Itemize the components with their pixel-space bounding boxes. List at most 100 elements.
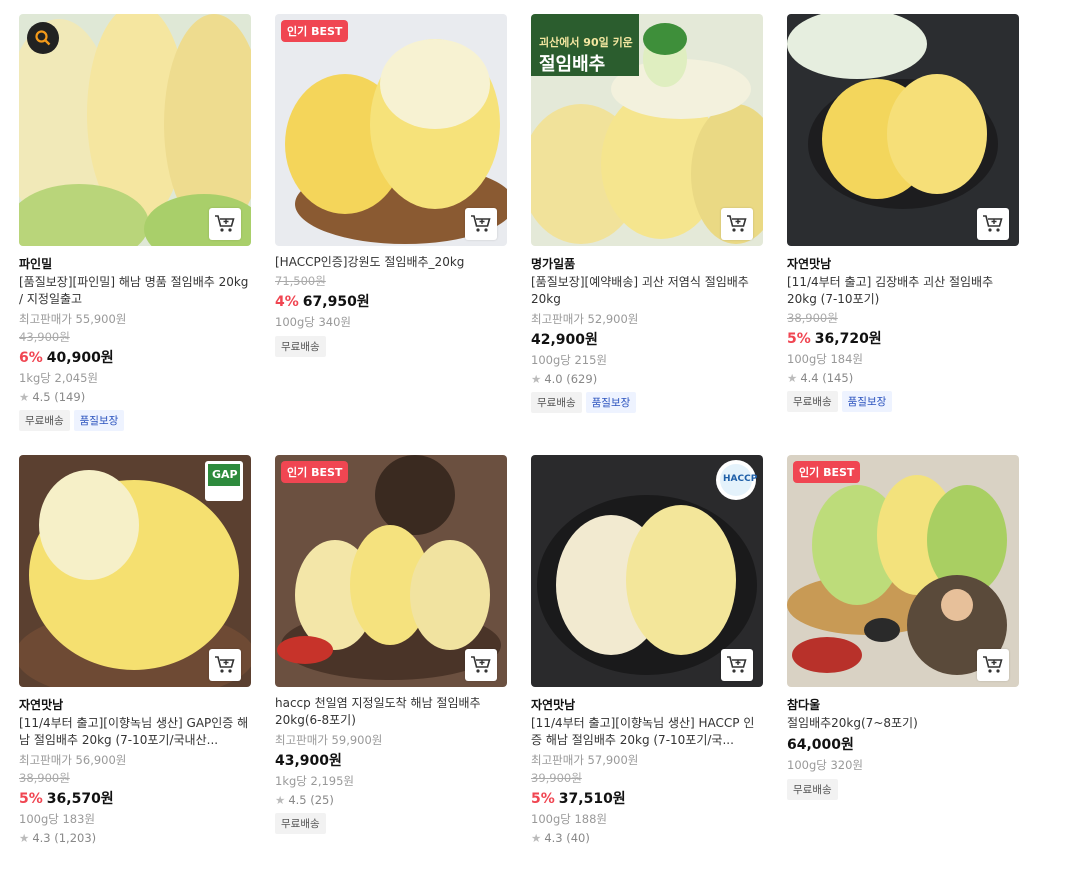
product-row: 파인밀 [품질보장][파인밀] 해남 명품 절임배추 20kg / 지정일출고 …: [19, 14, 1019, 455]
rating-text: 4.0 (629): [544, 372, 598, 386]
product-name[interactable]: [품질보장][파인밀] 해남 명품 절임배추 20kg / 지정일출고: [19, 274, 251, 308]
brand-name: 명가일품: [531, 257, 576, 271]
rating: ★ 4.5 (149): [19, 390, 251, 404]
product-name[interactable]: 절임배추20kg(7~8포기): [787, 715, 1019, 732]
original-price: 38,900원: [19, 771, 70, 785]
overlay-title: 절임배추: [539, 54, 606, 75]
product-image[interactable]: [787, 14, 1019, 246]
unit-price: 1kg당 2,045원: [19, 371, 99, 385]
product-name[interactable]: haccp 천일염 지정일도착 해남 절임배추 20kg(6-8포기): [275, 695, 507, 729]
sale-price: 64,000원: [787, 737, 854, 753]
reference-price: 최고판매가 52,900원: [531, 312, 639, 326]
overlay-subtitle: 괴산에서 90일 키운: [539, 36, 633, 49]
original-price: 39,900원: [531, 771, 582, 785]
rating: ★ 4.3 (1,203): [19, 831, 251, 845]
sale-price: 36,570원: [46, 791, 114, 807]
discount-rate: 5%: [531, 791, 555, 807]
price-line: 4% 67,950원: [275, 291, 507, 311]
sale-price: 40,900원: [46, 350, 114, 366]
product-name[interactable]: [11/4부터 출고] 김장배추 괴산 절임배추 20kg (7-10포기): [787, 274, 1019, 308]
brand-name: 파인밀: [19, 257, 53, 271]
discount-rate: 6%: [19, 350, 43, 366]
star-icon: ★: [787, 371, 798, 385]
reference-price: 최고판매가 57,900원: [531, 753, 639, 767]
best-badge: 인기 BEST: [281, 461, 349, 483]
cart-icon[interactable]: [209, 208, 241, 240]
unit-price: 1kg당 2,195원: [275, 774, 355, 788]
rating-text: 4.5 (25): [288, 793, 334, 807]
rating-text: 4.5 (149): [32, 390, 86, 404]
product-card[interactable]: 파인밀 [품질보장][파인밀] 해남 명품 절임배추 20kg / 지정일출고 …: [19, 14, 251, 431]
price-line: 42,900원: [531, 329, 763, 349]
cart-icon[interactable]: [721, 649, 753, 681]
tag-list: 무료배송: [275, 336, 507, 357]
tag-free-shipping: 무료배송: [275, 336, 326, 357]
rating-text: 4.3 (1,203): [32, 831, 97, 845]
product-card[interactable]: 인기 BEST [HACCP인증]강원도 절임배추_20kg 71,500원 4…: [275, 14, 507, 357]
product-name[interactable]: [11/4부터 출고][이향녹님 생산] GAP인증 해남 절임배추 20kg …: [19, 715, 251, 749]
tag-quality: 품질보장: [585, 392, 637, 413]
reference-price: 최고판매가 59,900원: [275, 733, 383, 747]
price-line: 5% 37,510원: [531, 788, 763, 808]
tag-free-shipping: 무료배송: [787, 779, 838, 800]
product-name[interactable]: [11/4부터 출고][이향녹님 생산] HACCP 인증 해남 절임배추 20…: [531, 715, 763, 749]
cart-icon[interactable]: [721, 208, 753, 240]
cart-icon[interactable]: [977, 208, 1009, 240]
price-line: 43,900원: [275, 750, 507, 770]
star-icon: ★: [531, 831, 542, 845]
star-icon: ★: [19, 390, 30, 404]
product-card[interactable]: 자연맛남 [11/4부터 출고] 김장배추 괴산 절임배추 20kg (7-10…: [787, 14, 1019, 412]
tag-free-shipping: 무료배송: [531, 392, 582, 413]
product-card[interactable]: 인기 BEST 참다울 절임배추20kg(7~8포기) 64,000원 100g…: [787, 455, 1019, 800]
brand-name: 자연맛남: [531, 698, 576, 712]
rating-text: 4.4 (145): [800, 371, 854, 385]
gap-logo: GAP: [212, 468, 238, 481]
tag-list: 무료배송 품질보장: [787, 391, 1019, 412]
unit-price: 100g당 320원: [787, 758, 864, 772]
star-icon: ★: [531, 372, 542, 386]
product-grid: 파인밀 [품질보장][파인밀] 해남 명품 절임배추 20kg / 지정일출고 …: [19, 14, 1019, 896]
product-image[interactable]: 인기 BEST: [275, 14, 507, 246]
unit-price: 100g당 340원: [275, 315, 352, 329]
tag-list: 무료배송: [275, 813, 507, 834]
product-name[interactable]: [HACCP인증]강원도 절임배추_20kg: [275, 254, 507, 271]
search-icon[interactable]: [27, 22, 59, 54]
product-name[interactable]: [품질보장][예약배송] 괴산 저염식 절임배추 20kg: [531, 274, 763, 308]
cart-icon[interactable]: [465, 208, 497, 240]
product-image[interactable]: HACCP: [531, 455, 763, 687]
product-image[interactable]: 인기 BEST: [275, 455, 507, 687]
rating: ★ 4.3 (40): [531, 831, 763, 845]
discount-rate: 4%: [275, 294, 299, 310]
product-image[interactable]: 괴산에서 90일 키운 절임배추: [531, 14, 763, 246]
rating: ★ 4.4 (145): [787, 371, 1019, 385]
original-price: 38,900원: [787, 311, 838, 325]
original-price: 43,900원: [19, 330, 70, 344]
tag-quality: 품질보장: [73, 410, 125, 431]
sale-price: 43,900원: [275, 753, 342, 769]
discount-rate: 5%: [787, 331, 811, 347]
product-card[interactable]: HACCP 자연맛남 [11/4부터 출고][이향녹님 생산] HACCP 인증…: [531, 455, 763, 845]
price-line: 5% 36,720원: [787, 328, 1019, 348]
tag-list: 무료배송 품질보장: [19, 410, 251, 431]
reference-price: 최고판매가 56,900원: [19, 753, 127, 767]
product-card[interactable]: 인기 BEST haccp 천일염 지정일도착 해남 절임배추 20kg(6-8…: [275, 455, 507, 834]
unit-price: 100g당 183원: [19, 812, 96, 826]
price-line: 6% 40,900원: [19, 347, 251, 367]
product-card[interactable]: GAP 자연맛남 [11/4부터 출고][이향녹님 생산] GAP인증 해남 절…: [19, 455, 251, 845]
tag-free-shipping: 무료배송: [275, 813, 326, 834]
product-image[interactable]: GAP: [19, 455, 251, 687]
product-row: GAP 자연맛남 [11/4부터 출고][이향녹님 생산] GAP인증 해남 절…: [19, 455, 1019, 896]
rating: ★ 4.0 (629): [531, 372, 763, 386]
brand-name: 자연맛남: [19, 698, 64, 712]
product-image[interactable]: 인기 BEST: [787, 455, 1019, 687]
sale-price: 42,900원: [531, 332, 598, 348]
product-image[interactable]: [19, 14, 251, 246]
star-icon: ★: [19, 831, 30, 845]
cart-icon[interactable]: [209, 649, 241, 681]
sale-price: 37,510원: [558, 791, 626, 807]
cart-icon[interactable]: [977, 649, 1009, 681]
brand-name: 자연맛남: [787, 257, 832, 271]
product-card[interactable]: 괴산에서 90일 키운 절임배추 명가일품 [품질보장][예약배송] 괴산 저염…: [531, 14, 763, 413]
cart-icon[interactable]: [465, 649, 497, 681]
best-badge: 인기 BEST: [793, 461, 861, 483]
